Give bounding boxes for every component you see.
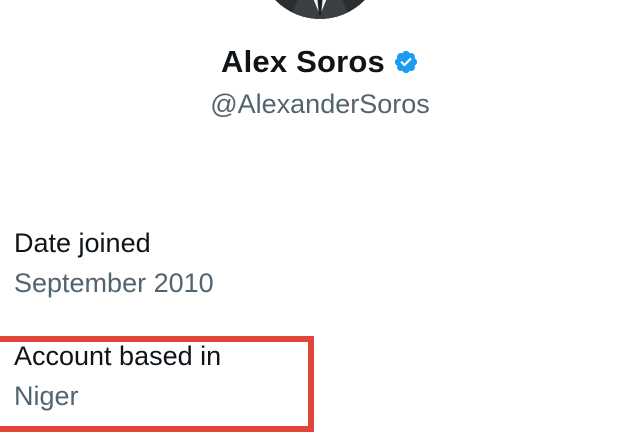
profile-handle[interactable]: @AlexanderSoros [0, 89, 640, 120]
date-joined-value: September 2010 [14, 268, 214, 298]
avatar-image [258, 0, 382, 19]
date-joined-section: Date joined September 2010 [14, 227, 214, 299]
verified-badge-icon[interactable] [393, 49, 419, 75]
highlight-box [0, 336, 314, 432]
profile-name-row: Alex Soros [0, 44, 640, 80]
date-joined-label: Date joined [14, 228, 151, 258]
avatar[interactable] [258, 0, 382, 19]
profile-name: Alex Soros [221, 44, 385, 79]
